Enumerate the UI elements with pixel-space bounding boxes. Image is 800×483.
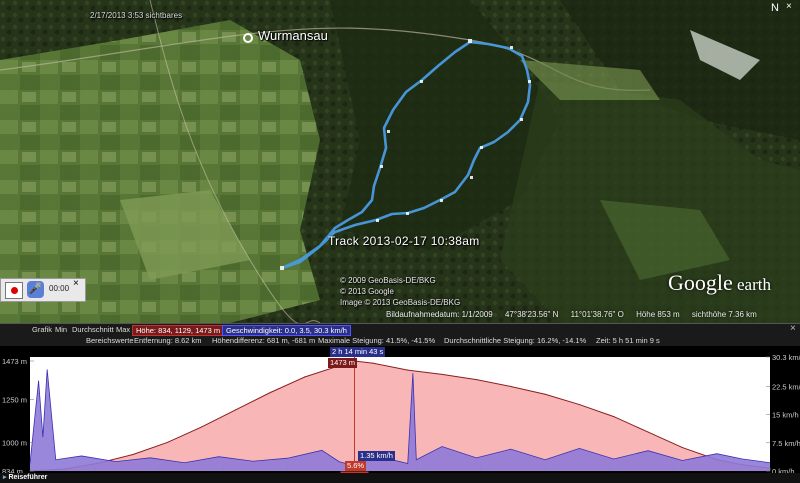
google-earth-logo: Google earth: [668, 270, 771, 296]
elevation-profile-panel: Grafik Min Durchschnitt Max Höhe: 834, 1…: [0, 323, 800, 483]
y-right-tick-label: 7.5 km/h: [772, 439, 800, 448]
slope-callout: 5.6%: [345, 461, 367, 471]
min-label: Min: [55, 325, 68, 334]
compass-icon[interactable]: N: [768, 1, 782, 15]
elevation-toggle[interactable]: Höhe: 834, 1129, 1473 m: [132, 325, 225, 336]
google-earth-window: 2/17/2013 3:53 sichtbares Wurmansau Trac…: [0, 0, 800, 483]
y-left-tick-label: 1250 m: [2, 395, 27, 404]
microphone-icon[interactable]: 🎤: [27, 281, 44, 298]
record-icon[interactable]: [5, 282, 23, 299]
copyright-line: © 2009 GeoBasis-DE/BKG: [340, 276, 436, 285]
close-icon[interactable]: ×: [790, 323, 796, 334]
ground-elevation: Höhe 853 m: [636, 310, 680, 319]
eye-altitude: sichthöhe 7.36 km: [691, 310, 757, 319]
max-slope-value: Maximale Steigung: 41.5%, -41.5%: [318, 336, 436, 345]
y-right-tick-label: 30.3 km/h: [772, 353, 800, 362]
distance-value: Entfernung: 8.62 km: [134, 336, 202, 345]
copyright-line: © 2013 Google: [340, 287, 394, 296]
speed-toggle[interactable]: Geschwindigkeit: 0.0, 3.5, 30.3 km/h: [222, 325, 351, 336]
elevation-chart[interactable]: 1473 m1250 m1000 m834 m 30.3 km/h22.5 km…: [0, 345, 800, 473]
map-view[interactable]: 2/17/2013 3:53 sichtbares Wurmansau Trac…: [0, 0, 800, 323]
max-label: Max: [116, 325, 131, 334]
elevation-footer: Reiseführer: [0, 473, 800, 483]
place-label[interactable]: Wurmansau: [258, 28, 328, 43]
y-right-tick-label: 22.5 km/h: [772, 382, 800, 391]
y-right-tick-label: 15 km/h: [772, 411, 799, 420]
elapsed-time-callout: 2 h 14 min 43 s: [330, 347, 386, 357]
longitude: 11°01'38.76" O: [570, 310, 624, 319]
height-difference-value: Höhendifferenz: 681 m, -681 m: [212, 336, 316, 345]
place-marker-icon[interactable]: [243, 33, 253, 43]
close-icon[interactable]: ×: [73, 278, 79, 289]
logo-word: earth: [732, 275, 771, 294]
peak-elevation-callout: 1473 m: [328, 358, 358, 368]
copyright-line: Image © 2013 GeoBasis-DE/BKG: [340, 298, 461, 307]
tour-player: 🎤 00:00 ×: [0, 278, 86, 302]
tour-time: 00:00: [49, 284, 70, 293]
map-status-bar: Bildaufnahmedatum: 1/1/2009 47°38'23.56"…: [386, 310, 767, 319]
image-date: Bildaufnahmedatum: 1/1/2009: [386, 310, 493, 319]
close-icon[interactable]: ×: [786, 1, 792, 12]
timeline-date-label: 2/17/2013 3:53 sichtbares: [90, 11, 183, 20]
elevation-toolbar: Grafik Min Durchschnitt Max Höhe: 834, 1…: [0, 323, 800, 346]
grafik-label: Grafik: [32, 325, 53, 334]
track-label[interactable]: Track 2013-02-17 10:38am: [328, 234, 480, 248]
avg-slope-value: Durchschnittliche Steigung: 16.2%, -14.1…: [444, 336, 587, 345]
y-left-tick-label: 1473 m: [2, 357, 27, 366]
logo-word: Google: [668, 270, 733, 295]
avg-label: Durchschnitt: [72, 325, 114, 334]
duration-value: Zeit: 5 h 51 min 9 s: [596, 336, 660, 345]
tour-guide-button[interactable]: Reiseführer: [0, 473, 47, 483]
latitude: 47°38'23.56" N: [504, 310, 559, 319]
range-values-label: Bereichswerte: [86, 336, 134, 345]
y-left-tick-label: 1000 m: [2, 438, 27, 447]
speed-callout: 1.35 km/h: [358, 451, 395, 461]
copyright-notice: © 2009 GeoBasis-DE/BKG © 2013 Google Ima…: [340, 275, 460, 308]
